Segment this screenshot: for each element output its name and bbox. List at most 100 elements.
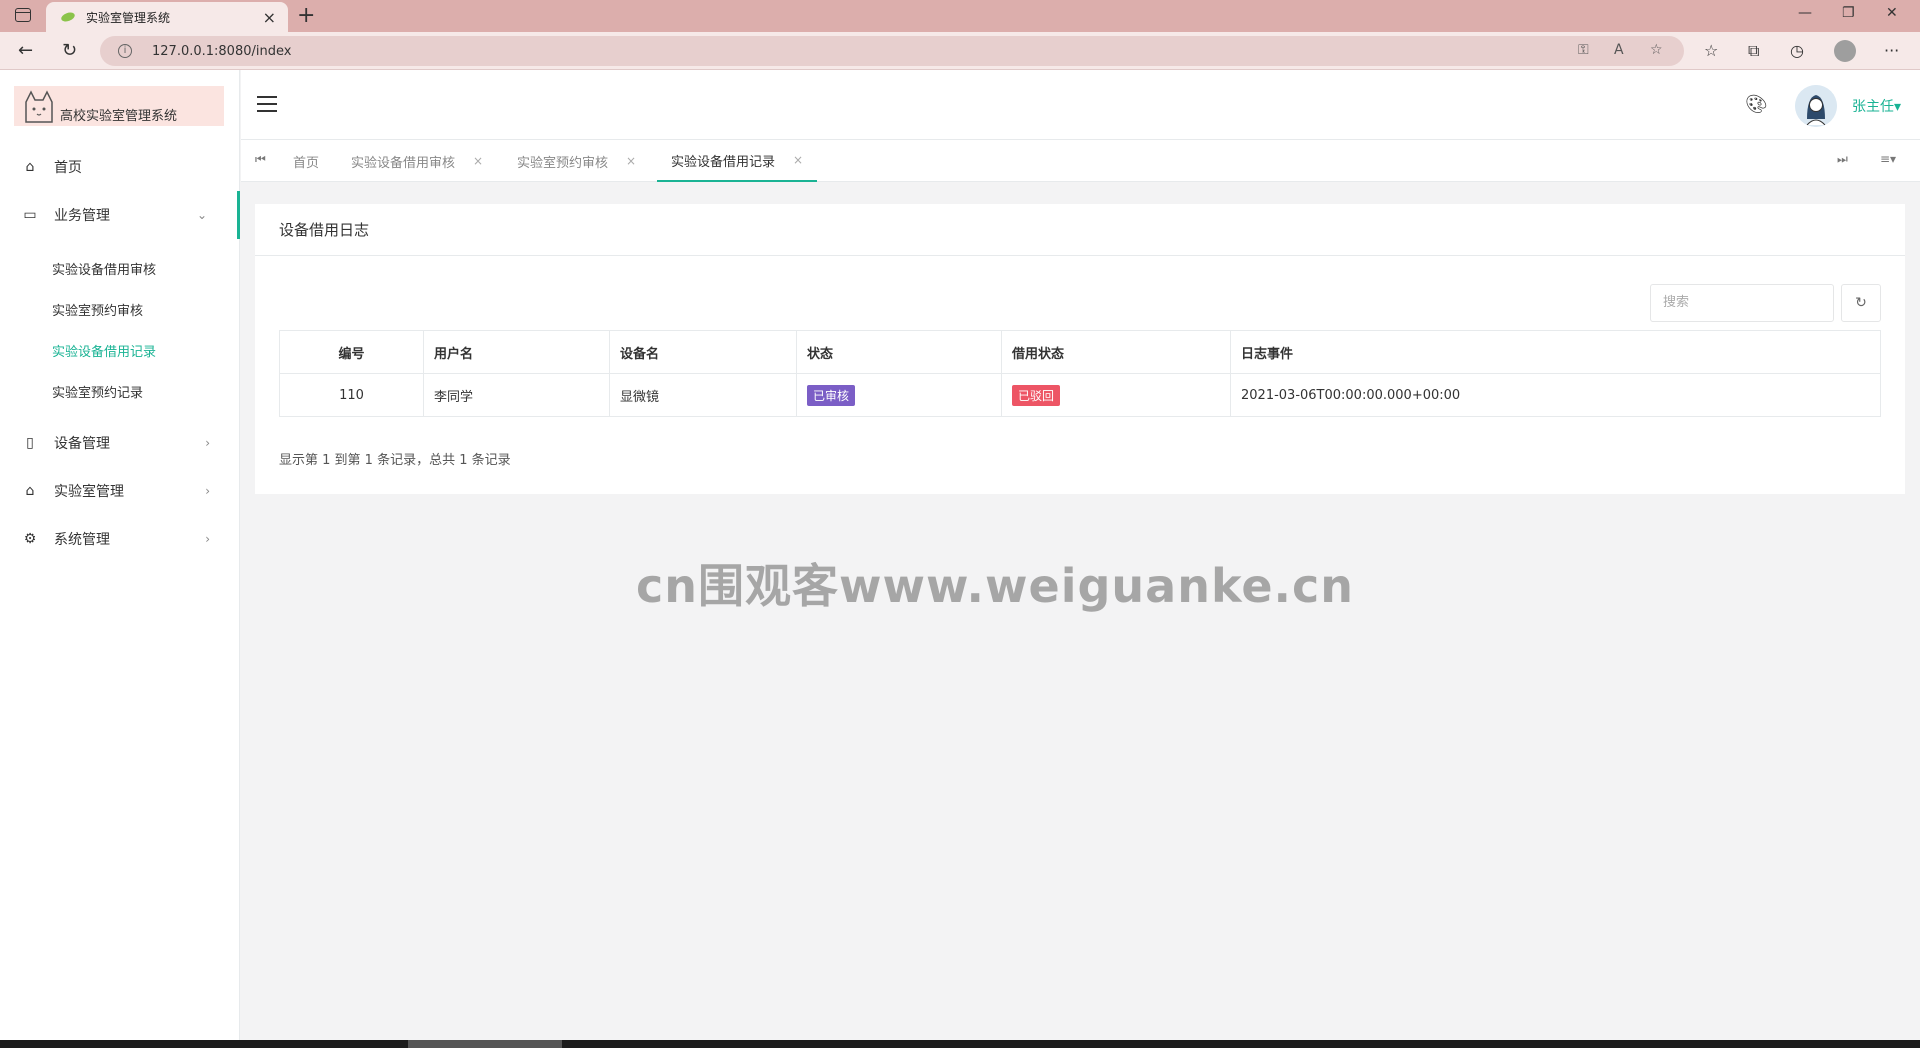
device-icon: ▯ [26,435,34,451]
sidebar: 高校实验室管理系统 ⌂ 首页 ▭ 业务管理 ⌄ 实验设备借用审核 实验室预约审核… [0,70,240,1040]
cell-username: 李同学 [423,373,610,417]
tab-label: 首页 [293,155,320,171]
menu-toggle-icon[interactable] [257,96,277,112]
sidebar-item-business[interactable]: ▭ 业务管理 ⌄ [0,191,240,239]
sidebar-item-label: 实验室管理 [54,484,124,500]
app-root: 高校实验室管理系统 ⌂ 首页 ▭ 业务管理 ⌄ 实验设备借用审核 实验室预约审核… [0,70,1920,1040]
close-tab-icon[interactable]: × [793,153,803,167]
column-header[interactable]: 设备名 [609,330,797,374]
browser-tabbar: 实验室管理系统 × + — ❐ ✕ [0,0,1920,32]
watermark: cn围观客www.weiguanke.cn [636,559,1355,613]
collections-icon[interactable]: ⧉ [1748,41,1759,61]
read-aloud-icon[interactable]: A [1614,42,1624,58]
cell-log-event: 2021-03-06T00:00:00.000+00:00 [1230,373,1881,417]
reload-icon[interactable]: ↻ [62,40,77,61]
chevron-down-icon: ⌄ [196,208,207,222]
tabs-options-icon[interactable]: ≡▾ [1880,152,1896,166]
new-tab-icon[interactable]: + [297,3,315,28]
column-header[interactable]: 编号 [279,330,424,374]
chevron-right-icon: › [205,532,210,546]
table-header-row: 编号 用户名 设备名 状态 借用状态 日志事件 [279,330,1881,374]
pagination-info: 显示第 1 到第 1 条记录，总共 1 条记录 [279,453,511,468]
minimize-icon[interactable]: — [1798,5,1812,21]
sidebar-item-labs[interactable]: ⌂ 实验室管理 › [0,467,240,515]
sub-item-equipment-audit[interactable]: 实验设备借用审核 [52,259,156,278]
url-field[interactable]: i 127.0.0.1:8080/index ⚿ A ☆ [100,36,1684,66]
close-tab-icon[interactable]: × [473,154,483,168]
profile-icon[interactable] [1834,40,1856,62]
tab-label: 实验设备借用记录 [671,154,776,170]
browser-tab-title: 实验室管理系统 [86,10,171,25]
tab-label: 实验室预约审核 [517,155,609,171]
tabs-scroll-right-icon[interactable]: ⏭ [1837,152,1848,167]
top-navbar: 🎨︎ 张主任▾ [241,70,1920,140]
tab-equipment-audit[interactable]: 实验设备借用审核 × [351,140,483,182]
cell-id: 110 [279,373,424,417]
more-icon[interactable]: ··· [1884,41,1899,60]
close-tab-icon[interactable]: × [626,154,636,168]
cat-logo-icon [25,90,53,123]
chevron-right-icon: › [205,436,210,450]
chevron-right-icon: › [205,484,210,498]
leaf-favicon-icon [61,12,75,22]
sidebar-item-label: 首页 [54,160,82,176]
column-header[interactable]: 日志事件 [1230,330,1881,374]
taskbar-active-item[interactable] [408,1040,562,1048]
column-header[interactable]: 用户名 [423,330,610,374]
search-input[interactable]: 搜索 [1650,284,1834,322]
column-header[interactable]: 借用状态 [1001,330,1231,374]
taskbar [0,1040,1920,1048]
tab-home[interactable]: 首页 [293,140,319,182]
palette-icon[interactable]: 🎨︎ [1745,94,1768,115]
main-panel: 设备借用日志 搜索 ↻ 编号 用户名 设备名 状态 借用状态 日志事件 110 … [255,204,1905,494]
home-icon: ⌂ [25,159,35,175]
sub-item-lab-booking-records[interactable]: 实验室预约记录 [52,382,143,401]
avatar[interactable] [1795,85,1837,127]
history-icon[interactable]: ◷ [1790,41,1804,60]
sub-item-equipment-records[interactable]: 实验设备借用记录 [52,341,156,360]
cell-status: 已审核 [796,373,1002,417]
restore-icon[interactable]: ❐ [1842,5,1855,21]
tab-equipment-records[interactable]: 实验设备借用记录 × [657,140,818,182]
browser-tab[interactable]: 实验室管理系统 × [46,2,288,32]
close-tab-icon[interactable]: × [263,8,276,27]
username-label: 张主任 [1852,99,1894,115]
tab-label: 实验设备借用审核 [351,155,456,171]
laptop-icon: ▭ [23,207,37,223]
lab-icon: ⌂ [25,483,35,499]
tabs-scroll-left-icon[interactable]: ⏮ [255,152,266,167]
column-header[interactable]: 状态 [796,330,1002,374]
site-info-icon[interactable]: i [118,44,132,58]
back-icon[interactable]: ← [18,40,33,61]
table-row[interactable]: 110 李同学 显微镜 已审核 已驳回 2021-03-06T00:00:00.… [279,373,1881,417]
caret-down-icon: ▾ [1894,99,1902,115]
borrow-status-badge: 已驳回 [1012,384,1061,406]
status-badge: 已审核 [807,384,856,406]
tab-lab-booking-audit[interactable]: 实验室预约审核 × [517,140,636,182]
sidebar-item-label: 设备管理 [54,436,110,452]
panel-title: 设备借用日志 [255,204,1905,256]
sub-item-lab-booking-audit[interactable]: 实验室预约审核 [52,300,143,319]
gear-icon: ⚙ [23,531,37,547]
records-table: 编号 用户名 设备名 状态 借用状态 日志事件 110 李同学 显微镜 已审核 … [279,330,1881,417]
sidebar-item-devices[interactable]: ▯ 设备管理 › [0,419,240,467]
refresh-button[interactable]: ↻ [1841,284,1881,322]
cell-device: 显微镜 [609,373,797,417]
url-text: 127.0.0.1:8080/index [152,43,292,59]
app-logo: 高校实验室管理系统 [14,86,224,126]
cell-borrow-status: 已驳回 [1001,373,1231,417]
sidebar-item-label: 系统管理 [54,532,110,548]
sidebar-item-system[interactable]: ⚙ 系统管理 › [0,515,240,563]
favorite-add-icon[interactable]: ☆ [1650,42,1663,58]
favorites-icon[interactable]: ☆ [1704,41,1718,60]
user-menu[interactable]: 张主任▾ [1852,96,1901,116]
address-bar-row: ← ↻ i 127.0.0.1:8080/index ⚿ A ☆ ☆ ⧉ ◷ ·… [0,32,1920,70]
window-close-icon[interactable]: ✕ [1886,5,1898,21]
sidebar-item-label: 业务管理 [54,208,110,224]
refresh-icon: ↻ [1855,295,1867,311]
sidebar-item-home[interactable]: ⌂ 首页 [0,143,240,191]
logo-text: 高校实验室管理系统 [60,109,178,124]
tab-actions-icon[interactable] [15,8,31,22]
page-tabs-bar: ⏮ 首页 实验设备借用审核 × 实验室预约审核 × 实验设备借用记录 × ⏭ ≡… [241,140,1920,182]
key-icon[interactable]: ⚿ [1578,42,1589,58]
